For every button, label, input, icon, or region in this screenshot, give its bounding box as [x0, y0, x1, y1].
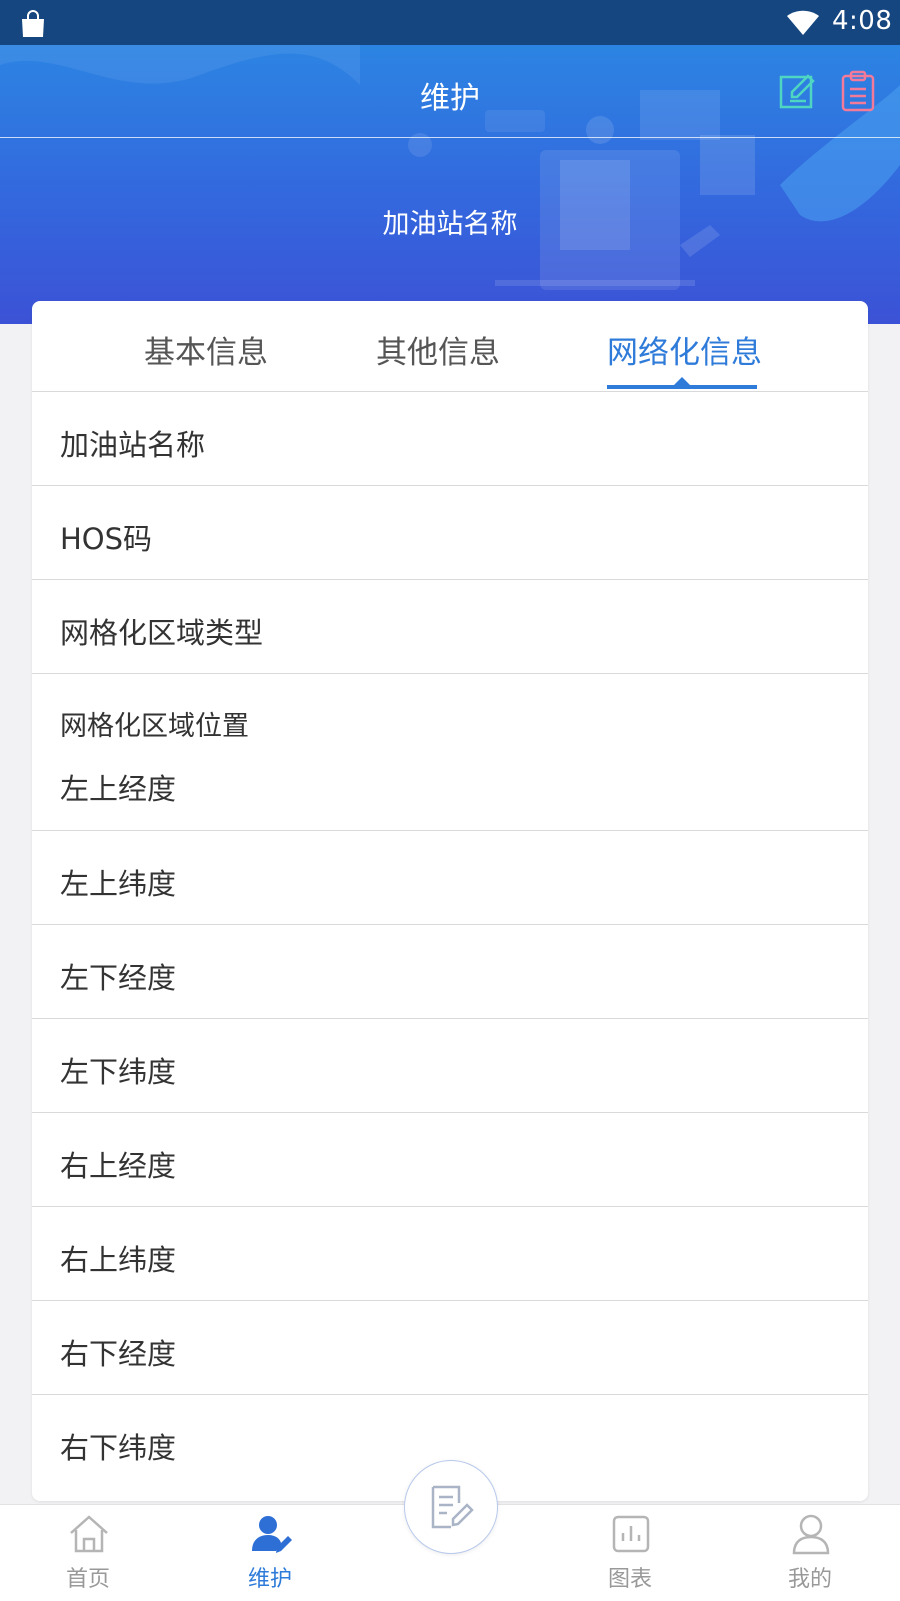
- title-bar: 维护: [0, 45, 900, 138]
- user-edit-icon: [252, 1516, 292, 1553]
- field-top-right-lat[interactable]: 右上纬度: [32, 1207, 868, 1301]
- header-hero: 4:08 维护 加油站名称: [0, 0, 900, 324]
- tab-caret: [674, 377, 690, 385]
- tab-bar: 基本信息 其他信息 网络化信息: [32, 301, 868, 392]
- status-time: 4:08: [832, 6, 893, 36]
- tab-network-info[interactable]: 网络化信息: [607, 327, 762, 372]
- field-bottom-right-lng[interactable]: 右下经度: [32, 1301, 868, 1395]
- section-label: 网格化区域位置: [60, 711, 249, 742]
- field-label: 网格化区域类型: [60, 616, 264, 650]
- nav-chart[interactable]: 图表: [570, 1505, 690, 1601]
- nav-label: 我的: [787, 1567, 832, 1592]
- nav-label: 维护: [247, 1567, 292, 1592]
- field-label: 左上纬度: [60, 867, 177, 901]
- field-top-right-lng[interactable]: 右上经度: [32, 1113, 868, 1207]
- field-label: HOS码: [60, 522, 153, 556]
- nav-maintenance[interactable]: 维护: [210, 1505, 330, 1601]
- compose-button[interactable]: [404, 1460, 498, 1554]
- nav-mine[interactable]: 我的: [750, 1505, 870, 1601]
- tab-other-info[interactable]: 其他信息: [376, 327, 500, 372]
- home-icon: [70, 1515, 108, 1553]
- field-label: 右下经度: [60, 1337, 177, 1371]
- field-station-name[interactable]: 加油站名称: [32, 392, 868, 486]
- wifi-icon: [787, 10, 819, 35]
- field-label: 右上经度: [60, 1149, 177, 1183]
- shopping-bag-icon: [22, 10, 44, 37]
- station-name-heading: 加油站名称: [382, 209, 518, 240]
- field-bottom-left-lng[interactable]: 左下经度: [32, 925, 868, 1019]
- nav-home[interactable]: 首页: [28, 1505, 148, 1601]
- clipboard-icon[interactable]: [840, 69, 876, 113]
- field-grid-area-type[interactable]: 网格化区域类型: [32, 580, 868, 674]
- field-label: 右下纬度: [60, 1431, 177, 1465]
- tab-active-indicator: [607, 385, 757, 389]
- chart-icon: [612, 1515, 650, 1553]
- nav-label: 首页: [65, 1567, 110, 1592]
- field-label: 加油站名称: [60, 428, 206, 462]
- nav-label: 图表: [607, 1567, 652, 1592]
- status-bar: 4:08: [0, 0, 900, 45]
- field-hos-code[interactable]: HOS码: [32, 486, 868, 580]
- field-grid-area-location[interactable]: 网格化区域位置 左上经度: [32, 674, 868, 831]
- person-icon: [792, 1514, 830, 1555]
- tab-basic-info[interactable]: 基本信息: [144, 327, 268, 372]
- page-title: 维护: [420, 81, 480, 116]
- info-card: 基本信息 其他信息 网络化信息 加油站名称 HOS码 网格化区域类型 网格化区域…: [32, 301, 868, 1501]
- field-label: 左下经度: [60, 961, 177, 995]
- note-edit-icon: [431, 1485, 474, 1529]
- field-top-left-lat[interactable]: 左上纬度: [32, 831, 868, 925]
- field-label: 右上纬度: [60, 1243, 177, 1277]
- field-label: 左下纬度: [60, 1055, 177, 1089]
- field-bottom-left-lat[interactable]: 左下纬度: [32, 1019, 868, 1113]
- field-label: 左上经度: [60, 772, 177, 806]
- edit-icon[interactable]: [778, 71, 818, 111]
